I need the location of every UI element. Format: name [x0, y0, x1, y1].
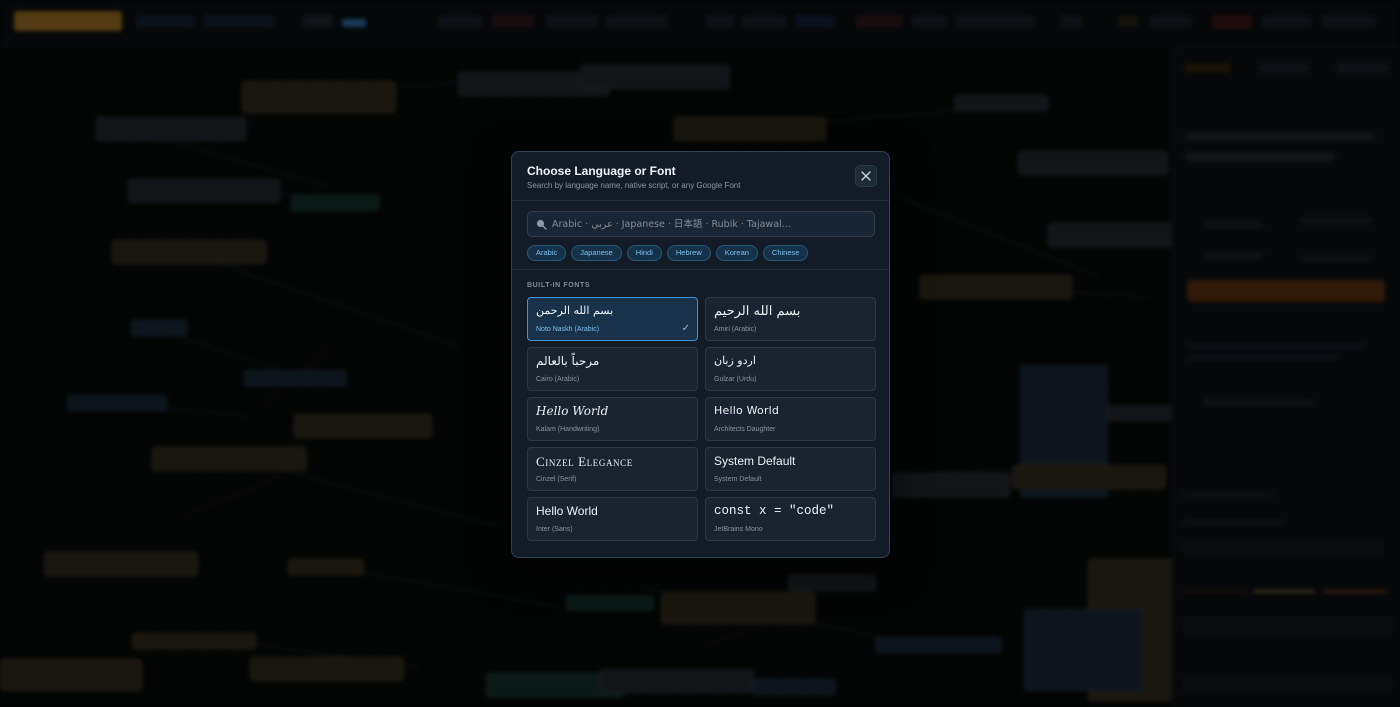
font-name: Kalam (Handwriting) — [536, 426, 600, 433]
font-picker-modal: Choose Language or Font Search by langua… — [511, 151, 890, 558]
font-card-jetbrains-mono[interactable]: const x = "code" JetBrains Mono — [705, 497, 876, 541]
chip-arabic[interactable]: Arabic — [527, 245, 567, 261]
font-search-box[interactable] — [527, 211, 875, 237]
font-name: System Default — [714, 476, 762, 483]
font-card-cairo[interactable]: مرحباً بالعالم Cairo (Arabic) — [527, 347, 698, 391]
font-card-gulzar[interactable]: اردو زبان Gulzar (Urdu) — [705, 347, 876, 391]
font-sample: Hello World — [536, 404, 609, 418]
checkmark-icon: ✓ — [681, 323, 690, 334]
header-divider — [512, 200, 889, 201]
font-card-architects-daughter[interactable]: Hello World Architects Daughter — [705, 397, 876, 441]
font-sample: Cinzel Elegance — [536, 454, 633, 469]
font-sample: const x = "code" — [714, 504, 835, 518]
font-search-input[interactable] — [552, 212, 870, 236]
font-sample: بسم الله الرحمن — [536, 304, 614, 317]
font-sample: System Default — [714, 454, 796, 468]
font-name: Noto Naskh (Arabic) — [536, 326, 600, 333]
font-sample: Hello World — [536, 504, 598, 518]
font-name: Architects Daughter — [714, 426, 776, 433]
font-sample: بسم الله الرحيم — [714, 304, 801, 319]
search-icon — [536, 219, 547, 230]
font-name: Inter (Sans) — [536, 526, 573, 533]
chip-japanese[interactable]: Japanese — [571, 245, 622, 261]
modal-subtitle: Search by language name, native script, … — [527, 181, 741, 190]
font-card-inter[interactable]: Hello World Inter (Sans) — [527, 497, 698, 541]
font-card-system-default[interactable]: System Default System Default — [705, 447, 876, 491]
font-sample: مرحباً بالعالم — [536, 354, 600, 368]
close-button[interactable] — [855, 165, 877, 187]
chips-divider — [512, 269, 889, 270]
chip-chinese[interactable]: Chinese — [762, 245, 809, 261]
font-card-cinzel[interactable]: Cinzel Elegance Cinzel (Serif) — [527, 447, 698, 491]
modal-title: Choose Language or Font — [527, 164, 676, 178]
chip-hebrew[interactable]: Hebrew — [666, 245, 711, 261]
font-sample: Hello World — [714, 404, 780, 417]
font-name: Cairo (Arabic) — [536, 376, 580, 383]
section-label-built-in-fonts: BUILT-IN FONTS — [527, 282, 591, 289]
font-sample: اردو زبان — [714, 354, 756, 367]
font-card-kalam[interactable]: Hello World Kalam (Handwriting) — [527, 397, 698, 441]
font-name: JetBrains Mono — [714, 526, 763, 533]
language-chips: Arabic Japanese Hindi Hebrew Korean Chin… — [527, 245, 809, 261]
font-card-amiri[interactable]: بسم الله الرحيم Amiri (Arabic) — [705, 297, 876, 341]
font-name: Cinzel (Serif) — [536, 476, 577, 483]
font-grid: بسم الله الرحمن Noto Naskh (Arabic) ✓ بس… — [527, 297, 877, 541]
font-name: Gulzar (Urdu) — [714, 376, 757, 383]
close-icon — [861, 171, 871, 181]
font-card-noto-naskh[interactable]: بسم الله الرحمن Noto Naskh (Arabic) ✓ — [527, 297, 698, 341]
chip-korean[interactable]: Korean — [715, 245, 758, 261]
chip-hindi[interactable]: Hindi — [626, 245, 662, 261]
font-name: Amiri (Arabic) — [714, 326, 757, 333]
